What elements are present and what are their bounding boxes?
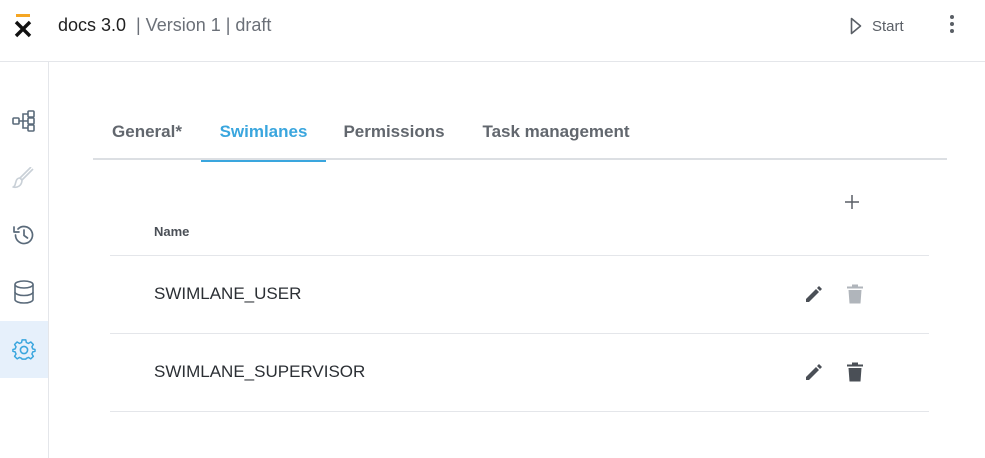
start-button-label: Start [872,17,904,35]
edit-icon[interactable] [804,284,824,304]
column-header-name: Name [154,224,190,239]
gear-icon [12,338,36,360]
sidebar-item-history[interactable] [0,206,48,263]
swimlane-name: SWIMLANE_SUPERVISOR [154,362,366,381]
settings-tabs: General* Swimlanes Permissions Task mana… [93,105,947,162]
play-icon [850,17,862,35]
process-diagram-icon [12,109,35,132]
delete-icon[interactable] [846,362,864,382]
logo-icon [14,14,32,38]
tab-general[interactable]: General* [110,105,184,160]
sidebar-item-settings[interactable] [0,321,48,378]
tab-swimlanes[interactable]: Swimlanes [201,105,326,162]
delete-icon[interactable] [846,284,864,304]
version-info: | Version 1 | draft [136,15,272,35]
sidebar-item-process[interactable] [0,92,48,149]
sidebar [0,62,49,458]
table-row: SWIMLANE_USER [110,256,929,334]
swimlane-name: SWIMLANE_USER [154,284,302,303]
sidebar-item-brush [0,149,48,206]
app-title: docs 3.0 [58,15,127,35]
database-icon [14,279,34,304]
start-button[interactable]: Start [850,14,904,38]
top-bar: docs 3.0 | Version 1 | draft Start [0,0,985,62]
tab-task-management[interactable]: Task management [479,105,633,160]
edit-icon[interactable] [804,362,824,382]
tab-permissions[interactable]: Permissions [343,105,445,160]
table-row: SWIMLANE_SUPERVISOR [110,334,929,412]
add-swimlane-icon[interactable] [842,192,862,212]
sidebar-item-database[interactable] [0,263,48,320]
more-options-icon[interactable] [944,13,960,37]
brush-icon [12,166,34,188]
history-icon [13,225,34,244]
